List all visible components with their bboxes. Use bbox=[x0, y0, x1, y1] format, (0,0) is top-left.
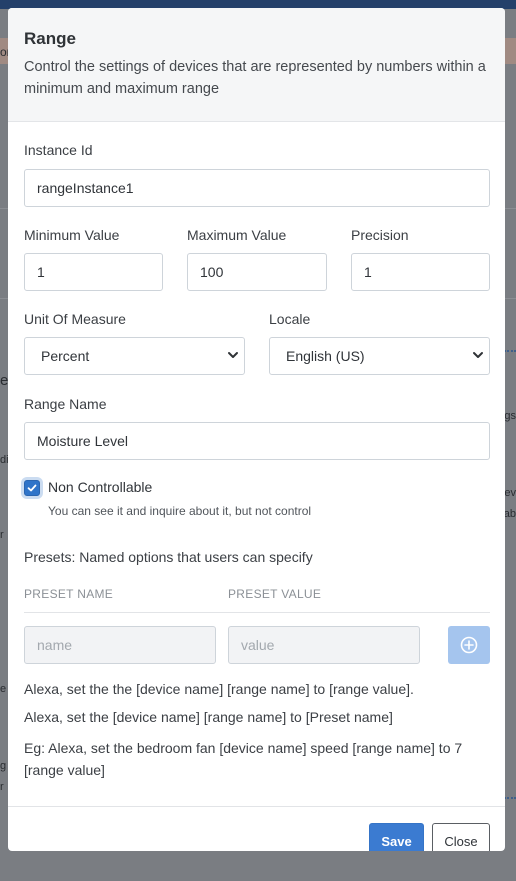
background-divider bbox=[504, 350, 516, 352]
maximum-value-label: Maximum Value bbox=[187, 227, 287, 243]
precision-input[interactable]: 1 bbox=[351, 253, 490, 291]
instance-id-input[interactable]: rangeInstance1 bbox=[24, 169, 490, 207]
presets-heading: Presets: Named options that users can sp… bbox=[24, 549, 313, 565]
maximum-value-input[interactable]: 100 bbox=[187, 253, 327, 291]
range-modal: Range Control the settings of devices th… bbox=[8, 8, 505, 851]
locale-value: English (US) bbox=[286, 348, 365, 364]
modal-header: Range Control the settings of devices th… bbox=[8, 8, 505, 122]
minimum-value-input[interactable]: 1 bbox=[24, 253, 163, 291]
minimum-value-label: Minimum Value bbox=[24, 227, 120, 243]
non-controllable-checkbox[interactable] bbox=[24, 480, 40, 496]
precision-label: Precision bbox=[351, 227, 409, 243]
non-controllable-label[interactable]: Non Controllable bbox=[48, 479, 152, 495]
modal-title: Range bbox=[24, 29, 76, 48]
locale-label: Locale bbox=[269, 311, 311, 327]
presets-divider bbox=[24, 612, 490, 613]
save-button[interactable]: Save bbox=[369, 823, 424, 851]
example-utterance: Alexa, set the the [device name] [range … bbox=[24, 681, 414, 697]
example-utterance: Eg: Alexa, set the bedroom fan [device n… bbox=[24, 740, 463, 778]
plus-circle-icon bbox=[460, 636, 478, 654]
background-text: ev bbox=[504, 487, 516, 499]
modal-description: Control the settings of devices that are… bbox=[24, 59, 486, 97]
preset-value-column-header: PRESET VALUE bbox=[228, 587, 322, 601]
add-preset-button[interactable] bbox=[448, 626, 490, 664]
background-text: ab bbox=[503, 508, 516, 520]
background-text: r bbox=[0, 529, 4, 541]
background-text: g bbox=[0, 760, 7, 772]
close-button[interactable]: Close bbox=[432, 823, 490, 851]
preset-name-input[interactable]: name bbox=[24, 626, 216, 664]
range-name-input[interactable]: Moisture Level bbox=[24, 422, 490, 460]
chevron-down-icon bbox=[228, 352, 238, 358]
preset-name-column-header: PRESET NAME bbox=[24, 587, 114, 601]
unit-of-measure-value: Percent bbox=[41, 348, 90, 364]
background-divider bbox=[504, 797, 516, 799]
check-icon bbox=[27, 484, 37, 492]
preset-value-input[interactable]: value bbox=[228, 626, 420, 664]
instance-id-label: Instance Id bbox=[24, 142, 93, 158]
example-utterance: Alexa, set the [device name] [range name… bbox=[24, 709, 393, 725]
modal-footer-divider bbox=[8, 806, 505, 807]
non-controllable-help: You can see it and inquire about it, but… bbox=[48, 504, 312, 518]
background-text: gs bbox=[504, 410, 516, 422]
locale-select[interactable]: English (US) bbox=[269, 337, 490, 375]
background-text: r bbox=[0, 781, 4, 793]
unit-of-measure-select[interactable]: Percent bbox=[24, 337, 245, 375]
unit-of-measure-label: Unit Of Measure bbox=[24, 311, 126, 327]
chevron-down-icon bbox=[473, 352, 483, 358]
range-name-label: Range Name bbox=[24, 396, 107, 412]
